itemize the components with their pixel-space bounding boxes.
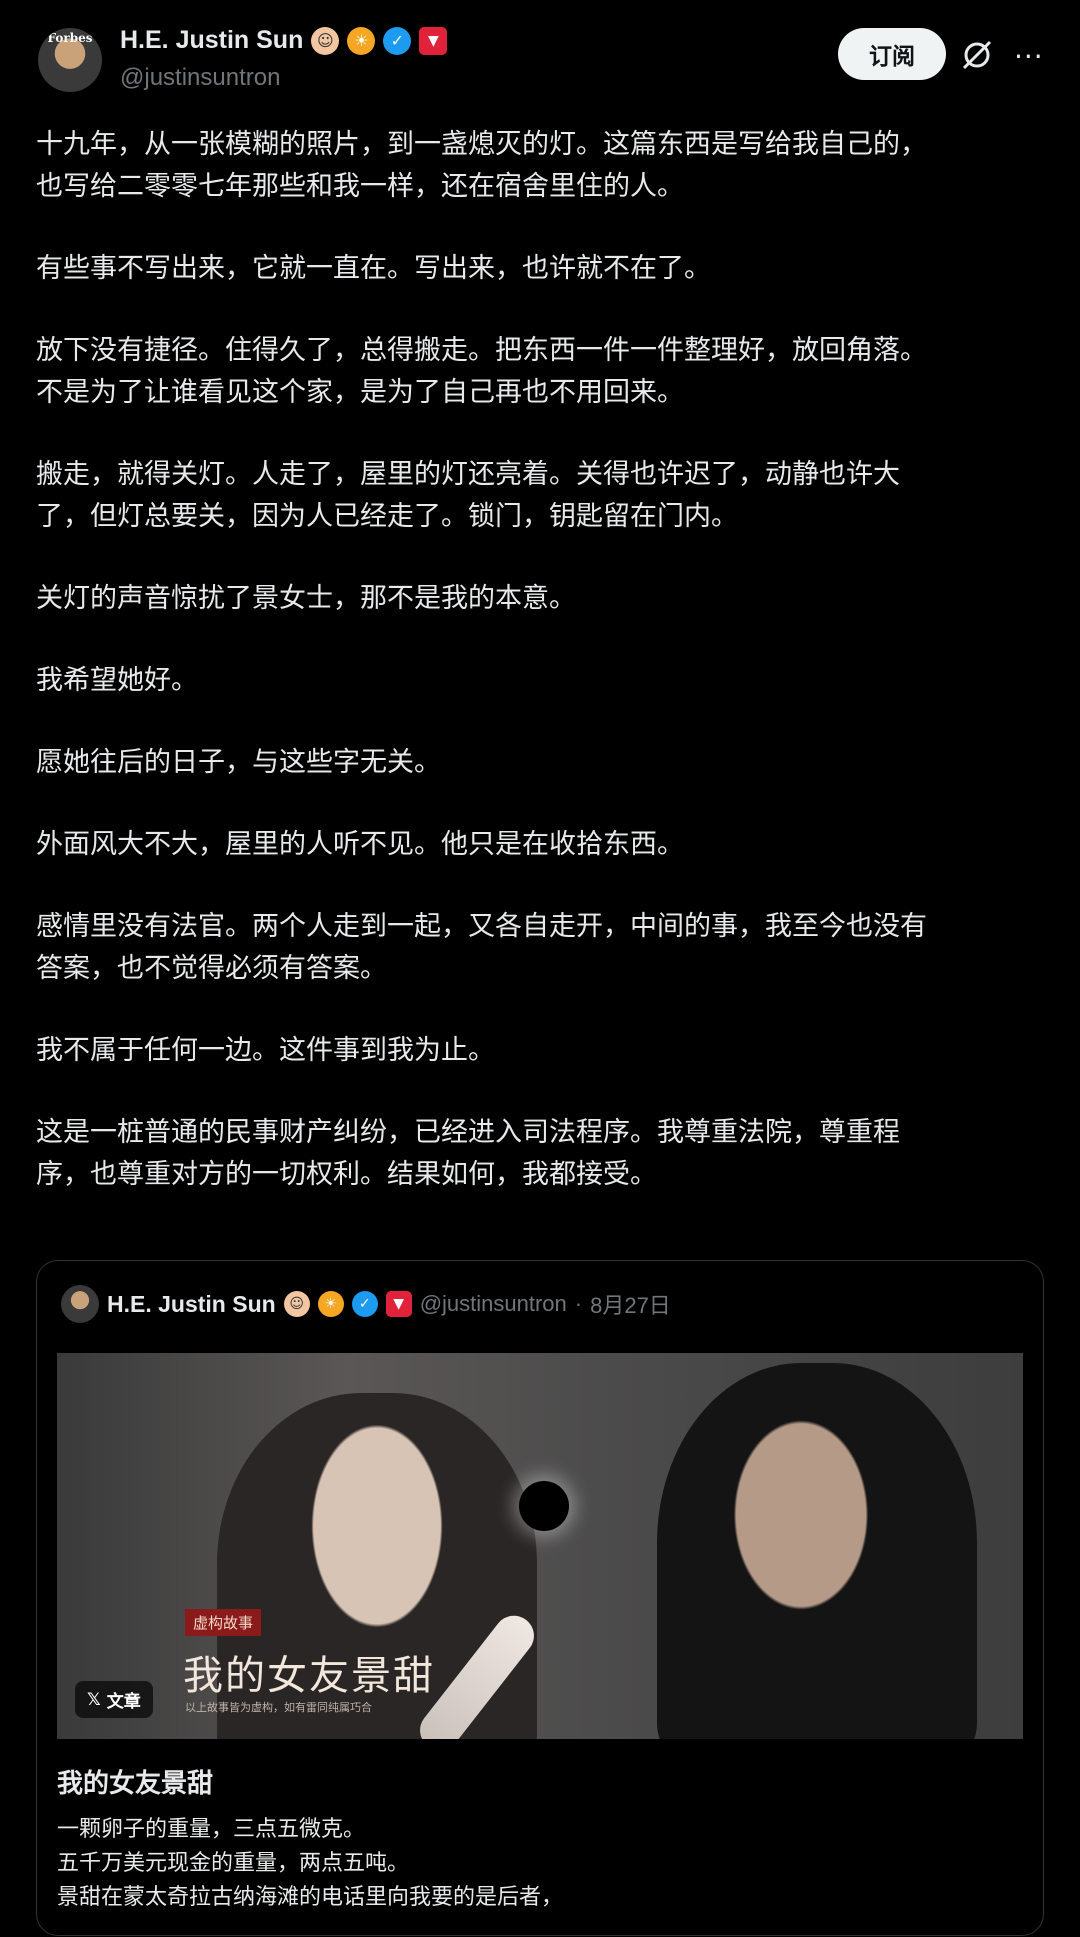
- post-paragraph: 这是一桩普通的民事财产纠纷，已经进入司法程序。我尊重法院，尊重程 序，也尊重对方…: [36, 1117, 900, 1190]
- verified-badge-icon: ✓: [351, 1291, 378, 1317]
- quoted-post[interactable]: H.E. Justin Sun ☺ ☀ ✓ ▼ @justinsuntron ·…: [36, 1260, 1044, 1936]
- author-avatar[interactable]: Forbes: [38, 28, 102, 92]
- post-body: 十九年，从一张模糊的照片，到一盏熄灭的灯。这篇东西是写给我自己的， 也写给二零零…: [36, 124, 1046, 1236]
- man-figure: [657, 1363, 977, 1739]
- avatar-brand-text: Forbes: [47, 31, 93, 45]
- quoted-author-avatar: [61, 1285, 99, 1323]
- quoted-post-date: 8月27日: [590, 1293, 671, 1318]
- sun-emoji-icon: ☀: [347, 26, 376, 55]
- more-icon[interactable]: ···: [1014, 40, 1044, 73]
- article-preview: 一颗卵子的重量，三点五微克。 五千万美元现金的重量，两点五吨。 景甜在蒙太奇拉古…: [57, 1813, 1023, 1915]
- x-logo-icon: 𝕏: [87, 1689, 101, 1710]
- sun-emoji-icon: ☀: [317, 1291, 344, 1317]
- post-paragraph: 感情里没有法官。两个人走到一起，又各自走开，中间的事，我至今也没有 答案，也不觉…: [36, 911, 927, 984]
- post-paragraph: 放下没有捷径。住得久了，总得搬走。把东西一件一件整理好，放回角落。 不是为了让谁…: [36, 335, 927, 408]
- post-paragraph: 十九年，从一张模糊的照片，到一盏熄灭的灯。这篇东西是写给我自己的， 也写给二零零…: [36, 129, 927, 202]
- author-handle[interactable]: @justinsuntron: [120, 64, 280, 92]
- tron-badge-icon: ▼: [419, 26, 448, 55]
- author-name-row: H.E. Justin Sun ☺ ☀ ✓ ▼: [120, 26, 448, 55]
- article-cover-image[interactable]: 虚构故事 我的女友景甜 以上故事皆为虚构，如有雷同纯属巧合 𝕏 文章: [57, 1353, 1023, 1739]
- cover-title: 我的女友景甜: [183, 1653, 435, 1699]
- tron-badge-icon: ▼: [385, 1291, 412, 1317]
- post-paragraph: 我希望她好。: [36, 665, 198, 696]
- article-title: 我的女友景甜: [57, 1769, 214, 1799]
- date-separator: ·: [574, 1291, 583, 1316]
- subscribe-button[interactable]: 订阅: [838, 28, 946, 80]
- article-preview-line: 五千万美元现金的重量，两点五吨。: [57, 1851, 410, 1876]
- post-paragraph: 外面风大不大，屋里的人听不见。他只是在收拾东西。: [36, 829, 684, 860]
- author-name[interactable]: H.E. Justin Sun: [120, 26, 303, 55]
- article-chip-label: 文章: [106, 1692, 141, 1712]
- cover-tag: 虚构故事: [185, 1609, 262, 1636]
- article-preview-line: 一颗卵子的重量，三点五微克。: [57, 1817, 366, 1842]
- article-preview-line: 景甜在蒙太奇拉古纳海滩的电话里向我要的是后者，: [57, 1885, 564, 1910]
- post-paragraph: 有些事不写出来，它就一直在。写出来，也许就不在了。: [36, 253, 711, 284]
- verified-badge-icon[interactable]: ✓: [383, 26, 412, 55]
- scientist-emoji-icon: ☺: [311, 26, 340, 55]
- article-chip: 𝕏 文章: [75, 1681, 153, 1718]
- post-paragraph: 关灯的声音惊扰了景女士，那不是我的本意。: [36, 583, 576, 614]
- post-header: Forbes H.E. Justin Sun ☺ ☀ ✓ ▼ @justinsu…: [0, 0, 1080, 110]
- post-paragraph: 我不属于任何一边。这件事到我为止。: [36, 1035, 495, 1066]
- quoted-author-handle: @justinsuntron: [419, 1291, 567, 1316]
- post-paragraph: 愿她往后的日子，与这些字无关。: [36, 747, 441, 778]
- scientist-emoji-icon: ☺: [283, 1291, 310, 1317]
- eclipse-graphic: [519, 1481, 569, 1531]
- quoted-post-header: H.E. Justin Sun ☺ ☀ ✓ ▼ @justinsuntron ·…: [61, 1285, 671, 1323]
- post-paragraph: 搬走，就得关灯。人走了，屋里的灯还亮着。关得也许迟了，动静也许大 了，但灯总要关…: [36, 459, 900, 532]
- quoted-author-name: H.E. Justin Sun: [107, 1290, 276, 1317]
- cover-disclaimer: 以上故事皆为虚构，如有雷同纯属巧合: [185, 1701, 372, 1714]
- grok-icon[interactable]: [960, 38, 994, 72]
